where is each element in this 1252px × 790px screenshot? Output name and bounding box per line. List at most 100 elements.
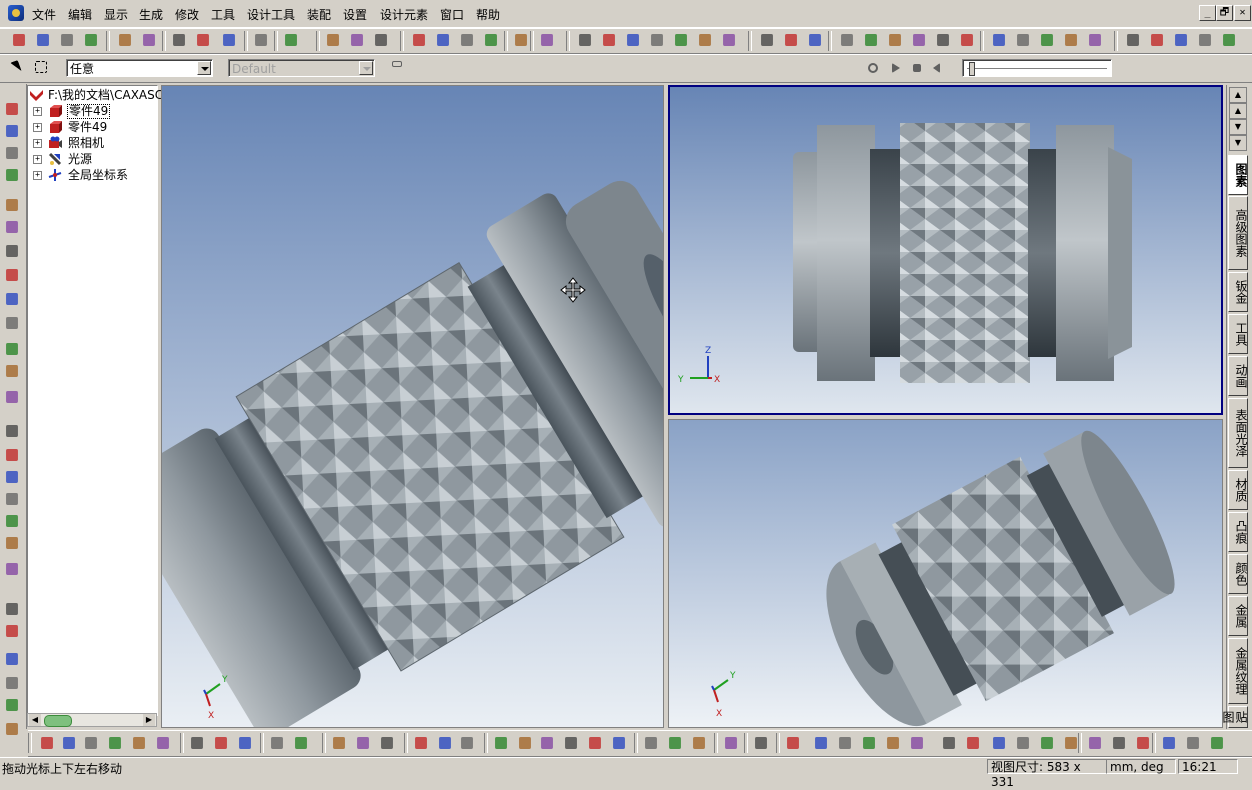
- left-tool-17-icon[interactable]: [3, 490, 21, 508]
- left-tool-4-icon[interactable]: [3, 166, 21, 184]
- left-tool-16-icon[interactable]: [3, 468, 21, 486]
- toolbar-tool-40-icon[interactable]: [1062, 31, 1080, 49]
- app-icon[interactable]: [8, 5, 24, 21]
- left-tool-12-icon[interactable]: [3, 362, 21, 380]
- bottom-tool-42-icon[interactable]: [1110, 734, 1128, 752]
- select-box-icon[interactable]: [33, 59, 51, 77]
- bottom-tool-24-icon[interactable]: [642, 734, 660, 752]
- toolbar-tool-43-icon[interactable]: [1148, 31, 1166, 49]
- left-tool-21-icon[interactable]: [3, 600, 21, 618]
- play-icon[interactable]: [886, 59, 904, 77]
- tab-11[interactable]: 金属纹理: [1228, 638, 1248, 704]
- bottom-tool-16-icon[interactable]: [436, 734, 454, 752]
- bottom-tool-5-icon[interactable]: [130, 734, 148, 752]
- toolbar-tool-27-icon[interactable]: [720, 31, 738, 49]
- toolbar-tool-5-icon[interactable]: [116, 31, 134, 49]
- bottom-tool-6-icon[interactable]: [154, 734, 172, 752]
- tab-9[interactable]: 颜色: [1228, 554, 1248, 594]
- tab-5[interactable]: 动画: [1228, 356, 1248, 396]
- toolbar-tool-35-icon[interactable]: [934, 31, 952, 49]
- bottom-tool-3-icon[interactable]: [82, 734, 100, 752]
- left-tool-7-icon[interactable]: [3, 242, 21, 260]
- toolbar-tool-14-icon[interactable]: [372, 31, 390, 49]
- bottom-tool-34-icon[interactable]: [908, 734, 926, 752]
- toolbar-tool-31-icon[interactable]: [838, 31, 856, 49]
- toolbar-tool-38-icon[interactable]: [1014, 31, 1032, 49]
- left-tool-14-icon[interactable]: [3, 422, 21, 440]
- bottom-tool-39-icon[interactable]: [1038, 734, 1056, 752]
- toolbar-tool-3-icon[interactable]: [58, 31, 76, 49]
- toolbar-tool-2-icon[interactable]: [34, 31, 52, 49]
- left-tool-26-icon[interactable]: [3, 720, 21, 738]
- toolbar-tool-18-icon[interactable]: [482, 31, 500, 49]
- toolbar-tool-37-icon[interactable]: [990, 31, 1008, 49]
- toolbar-tool-8-icon[interactable]: [194, 31, 212, 49]
- left-tool-24-icon[interactable]: [3, 674, 21, 692]
- left-tool-20-icon[interactable]: [3, 560, 21, 578]
- bottom-tool-4-icon[interactable]: [106, 734, 124, 752]
- bottom-tool-18-icon[interactable]: [492, 734, 510, 752]
- toolbar-tool-36-icon[interactable]: [958, 31, 976, 49]
- toolbar-tool-17-icon[interactable]: [458, 31, 476, 49]
- viewport-main[interactable]: Y X: [161, 85, 664, 728]
- play-reverse-icon[interactable]: [864, 59, 882, 77]
- bottom-tool-32-icon[interactable]: [860, 734, 878, 752]
- menu-help[interactable]: 帮助: [476, 6, 500, 23]
- bottom-tool-27-icon[interactable]: [722, 734, 740, 752]
- toolbar-tool-11-icon[interactable]: [282, 31, 300, 49]
- bottom-tool-23-icon[interactable]: [610, 734, 628, 752]
- bottom-tool-8-icon[interactable]: [212, 734, 230, 752]
- toolbar-tool-19-icon[interactable]: [512, 31, 530, 49]
- tab-6[interactable]: 表面光泽: [1228, 398, 1248, 468]
- left-tool-8-icon[interactable]: [3, 266, 21, 284]
- bottom-tool-2-icon[interactable]: [60, 734, 78, 752]
- toolbar-tool-41-icon[interactable]: [1086, 31, 1104, 49]
- chevron-down-icon[interactable]: [197, 61, 211, 75]
- left-tool-22-icon[interactable]: [3, 622, 21, 640]
- left-tool-13-icon[interactable]: [3, 388, 21, 406]
- bottom-tool-13-icon[interactable]: [354, 734, 372, 752]
- rewind-icon[interactable]: [931, 59, 949, 77]
- scroll-up-icon[interactable]: ▲: [1229, 87, 1247, 103]
- left-tool-1-icon[interactable]: [3, 100, 21, 118]
- toolbar-tool-42-icon[interactable]: [1124, 31, 1142, 49]
- bottom-tool-20-icon[interactable]: [538, 734, 556, 752]
- toolbar-tool-45-icon[interactable]: [1196, 31, 1214, 49]
- left-tool-11-icon[interactable]: [3, 340, 21, 358]
- bottom-tool-14-icon[interactable]: [378, 734, 396, 752]
- tab-8[interactable]: 凸痕: [1228, 512, 1248, 552]
- toolbar-tool-23-icon[interactable]: [624, 31, 642, 49]
- bottom-tool-45-icon[interactable]: [1184, 734, 1202, 752]
- bottom-tool-1-icon[interactable]: [38, 734, 56, 752]
- restore-button[interactable]: 🗗: [1216, 5, 1233, 21]
- tab-7[interactable]: 材质: [1228, 470, 1248, 510]
- menu-generate[interactable]: 生成: [139, 6, 163, 23]
- bottom-tool-31-icon[interactable]: [836, 734, 854, 752]
- scroll-up-icon[interactable]: ▲: [1229, 103, 1247, 119]
- toolbar-tool-28-icon[interactable]: [758, 31, 776, 49]
- toolbar-tool-32-icon[interactable]: [862, 31, 880, 49]
- bottom-tool-25-icon[interactable]: [666, 734, 684, 752]
- animation-slider[interactable]: [962, 59, 1112, 77]
- bottom-tool-29-icon[interactable]: [784, 734, 802, 752]
- toolbar-tool-26-icon[interactable]: [696, 31, 714, 49]
- close-button[interactable]: ✕: [1234, 5, 1251, 21]
- toolbar-tool-24-icon[interactable]: [648, 31, 666, 49]
- scroll-down-icon[interactable]: ▼: [1229, 135, 1247, 151]
- filter-combo[interactable]: 任意: [66, 59, 213, 77]
- left-tool-15-icon[interactable]: [3, 446, 21, 464]
- bottom-tool-46-icon[interactable]: [1208, 734, 1226, 752]
- select-arrow-icon[interactable]: [10, 59, 28, 77]
- tab-2[interactable]: 高级图素: [1228, 196, 1248, 270]
- expand-icon[interactable]: +: [33, 155, 42, 164]
- bottom-tool-37-icon[interactable]: [990, 734, 1008, 752]
- bottom-tool-30-icon[interactable]: [812, 734, 830, 752]
- toolbar-tool-29-icon[interactable]: [782, 31, 800, 49]
- tab-12[interactable]: 贴图: [1221, 706, 1248, 728]
- toolbar-tool-22-icon[interactable]: [600, 31, 618, 49]
- bottom-tool-33-icon[interactable]: [884, 734, 902, 752]
- scroll-down-icon[interactable]: ▼: [1229, 119, 1247, 135]
- tree-item-part-1[interactable]: + 零件49: [28, 103, 158, 119]
- left-tool-2-icon[interactable]: [3, 122, 21, 140]
- toolbar-tool-13-icon[interactable]: [348, 31, 366, 49]
